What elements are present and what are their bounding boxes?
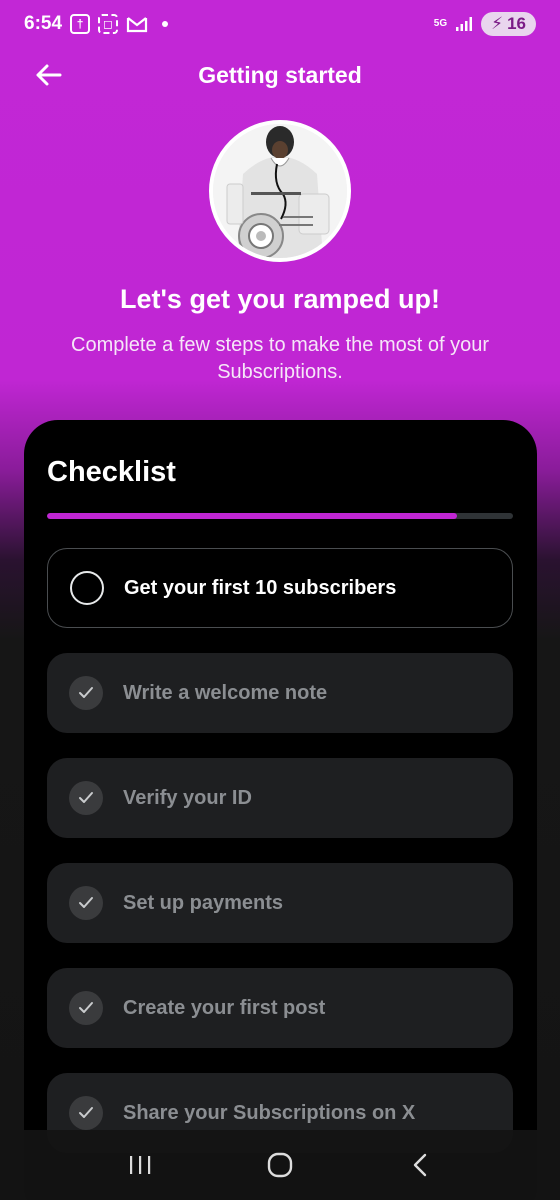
task-label: Create your first post bbox=[123, 996, 326, 1019]
profile-photo-illustration bbox=[213, 124, 347, 258]
more-notifications-dot bbox=[162, 21, 169, 27]
check-icon bbox=[69, 781, 103, 815]
page-title: Getting started bbox=[198, 61, 362, 88]
checklist-progress-fill bbox=[47, 513, 458, 519]
status-time: 6:54 bbox=[24, 13, 63, 34]
status-left: 6:54 † ◻ bbox=[24, 13, 169, 35]
task-item[interactable]: Get your first 10 subscribers bbox=[47, 548, 513, 628]
battery-indicator: ⚡ 16 bbox=[481, 12, 536, 36]
arrow-left-icon bbox=[36, 64, 62, 86]
hero-subtitle: Complete a few steps to make the most of… bbox=[71, 334, 489, 383]
notification-icon: † bbox=[70, 14, 91, 34]
task-item[interactable]: Create your first post bbox=[47, 968, 513, 1048]
charging-icon: ⚡ bbox=[491, 14, 504, 33]
task-label: Get your first 10 subscribers bbox=[124, 576, 397, 599]
check-icon bbox=[69, 991, 103, 1025]
task-item[interactable]: Set up payments bbox=[47, 863, 513, 943]
signal-icon bbox=[456, 17, 473, 31]
task-label: Verify your ID bbox=[123, 786, 252, 809]
task-label: Set up payments bbox=[123, 891, 284, 914]
back-button[interactable] bbox=[28, 58, 68, 92]
home-icon bbox=[267, 1152, 293, 1178]
app-header: Getting started bbox=[0, 48, 560, 102]
battery-level: 16 bbox=[507, 14, 526, 33]
hero-title: Let's get you ramped up! bbox=[120, 284, 440, 314]
profile-avatar bbox=[209, 120, 351, 262]
checklist-title: Checklist bbox=[47, 456, 176, 488]
checklist-progress-bar bbox=[47, 513, 513, 519]
task-label: Share your Subscriptions on X bbox=[123, 1101, 416, 1124]
task-item[interactable]: Verify your ID bbox=[47, 758, 513, 838]
system-back-button[interactable] bbox=[390, 1140, 450, 1190]
checklist-card: Checklist Get your first 10 subscribers … bbox=[24, 420, 537, 1200]
screenshot-icon: ◻ bbox=[98, 14, 119, 34]
home-button[interactable] bbox=[250, 1140, 310, 1190]
empty-circle-icon bbox=[70, 571, 104, 605]
task-label: Write a welcome note bbox=[123, 681, 328, 704]
check-icon bbox=[69, 886, 103, 920]
status-bar: 6:54 † ◻ 5G ⚡ 16 bbox=[0, 0, 560, 48]
task-item[interactable]: Write a welcome note bbox=[47, 653, 513, 733]
chevron-left-icon bbox=[413, 1153, 427, 1177]
system-nav-bar bbox=[0, 1130, 560, 1200]
check-icon bbox=[69, 676, 103, 710]
network-type: 5G bbox=[433, 18, 448, 29]
gmail-icon bbox=[126, 17, 148, 33]
check-icon bbox=[69, 1096, 103, 1130]
recents-button[interactable] bbox=[110, 1140, 170, 1190]
recents-icon bbox=[130, 1156, 151, 1174]
status-right: 5G ⚡ 16 bbox=[434, 12, 536, 36]
